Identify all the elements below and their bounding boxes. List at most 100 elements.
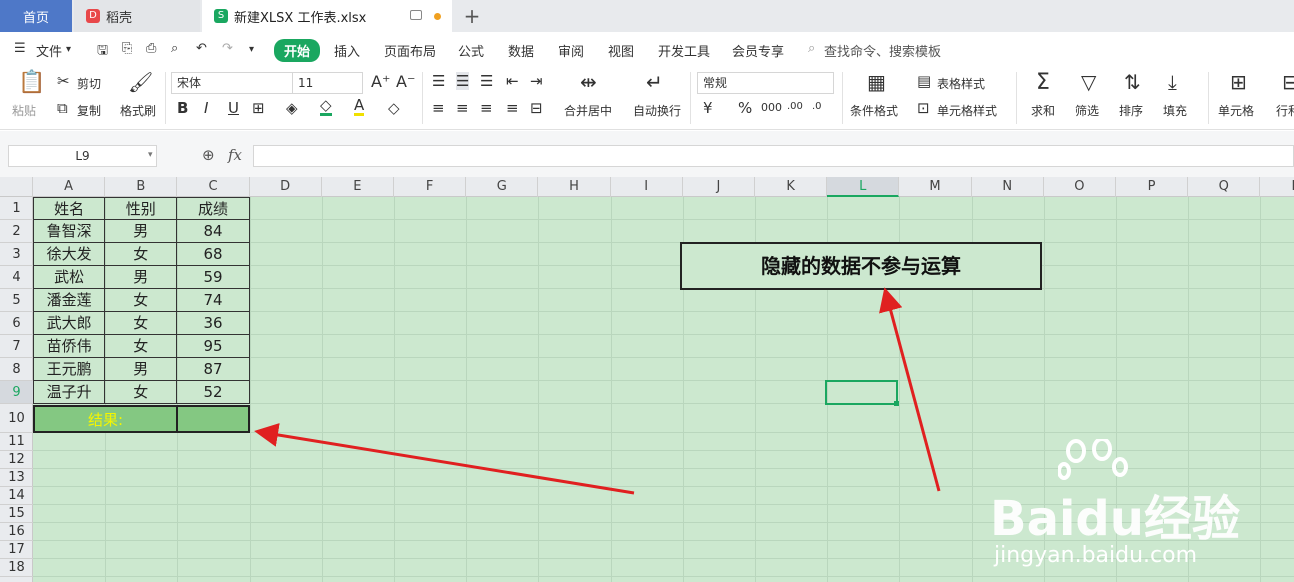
hamburger-icon[interactable]: ☰ bbox=[14, 41, 26, 56]
preview-icon[interactable]: ⌕ bbox=[171, 41, 178, 56]
increase-font-icon[interactable]: A⁺ bbox=[371, 72, 390, 91]
cell-button[interactable]: 单元格 bbox=[1218, 102, 1254, 119]
spreadsheet-icon: S bbox=[214, 9, 228, 23]
align-middle-icon[interactable]: ☰ bbox=[456, 72, 470, 90]
menu-developer[interactable]: 开发工具 bbox=[658, 41, 710, 60]
chevron-down-icon[interactable]: ▾ bbox=[66, 44, 71, 55]
align-bottom-icon[interactable]: ☰ bbox=[480, 72, 493, 90]
command-search-input[interactable]: 查找命令、搜索模板 bbox=[824, 41, 941, 60]
tab-daoke[interactable]: D 稻壳 bbox=[74, 0, 200, 32]
name-box[interactable]: L9 bbox=[8, 145, 157, 167]
menu-insert[interactable]: 插入 bbox=[334, 41, 360, 60]
tab-file[interactable]: S 新建XLSX 工作表.xlsx bbox=[202, 0, 452, 32]
percent-icon[interactable]: % bbox=[738, 99, 752, 117]
sort-icon: ⇅ bbox=[1124, 70, 1141, 94]
menu-review[interactable]: 审阅 bbox=[558, 41, 584, 60]
font-size-select[interactable]: 11 bbox=[292, 72, 363, 94]
undo-icon[interactable]: ↶ bbox=[196, 41, 207, 56]
fx-icon[interactable]: fx bbox=[228, 146, 242, 164]
italic-icon[interactable]: I bbox=[204, 99, 208, 117]
ribbon-toolbar: 📋 粘贴 ✂ 剪切 ⧉ 复制 🖌 格式刷 宋体 11 A⁺ A⁻ B I U ⊞… bbox=[0, 66, 1294, 130]
decrease-font-icon[interactable]: A⁻ bbox=[396, 72, 415, 91]
cell-style-icon: ⊡ bbox=[917, 99, 930, 117]
print-icon[interactable]: ⎙ bbox=[146, 41, 156, 56]
zoom-icon[interactable]: ⊕ bbox=[202, 146, 215, 164]
paste-icon[interactable]: 📋 bbox=[18, 70, 45, 95]
arrow-to-result bbox=[254, 423, 635, 495]
new-tab-button[interactable]: + bbox=[458, 0, 486, 32]
sort-button[interactable]: 排序 bbox=[1119, 102, 1143, 119]
tab-home-label: 首页 bbox=[22, 10, 49, 26]
cell-icon: ⊞ bbox=[1230, 70, 1247, 94]
save-icon[interactable]: 🖫 bbox=[97, 41, 108, 63]
filter-icon: ▽ bbox=[1081, 70, 1097, 94]
name-box-chevron-icon[interactable]: ▾ bbox=[148, 150, 153, 160]
align-left-icon[interactable]: ≡ bbox=[432, 99, 445, 117]
watermark-url: jingyan.baidu.com bbox=[994, 543, 1198, 568]
menu-view[interactable]: 视图 bbox=[608, 41, 634, 60]
merge-icon: ⇹ bbox=[580, 70, 597, 94]
conditional-format-button[interactable]: 条件格式 bbox=[850, 102, 898, 119]
border-icon[interactable]: ⊞ bbox=[252, 99, 265, 117]
currency-icon[interactable]: ¥ bbox=[703, 99, 713, 117]
search-icon: ⌕ bbox=[808, 41, 816, 56]
menu-member[interactable]: 会员专享 bbox=[732, 41, 784, 60]
paste-button[interactable]: 粘贴 bbox=[12, 102, 36, 119]
rows-cols-icon: ⊟ bbox=[1282, 70, 1294, 94]
increase-decimal-icon[interactable]: .00 bbox=[787, 101, 803, 112]
cell-style-button[interactable]: 单元格样式 bbox=[937, 102, 997, 119]
format-painter-button[interactable]: 格式刷 bbox=[120, 102, 156, 119]
thousands-icon[interactable]: 000 bbox=[761, 101, 782, 114]
divider bbox=[422, 72, 423, 124]
more-icon[interactable]: ▾ bbox=[249, 44, 254, 55]
conditional-format-icon: ▦ bbox=[867, 70, 886, 94]
daoke-icon: D bbox=[86, 9, 100, 23]
menu-data[interactable]: 数据 bbox=[508, 41, 534, 60]
unsaved-dot-icon bbox=[434, 13, 441, 20]
arrow-to-callout bbox=[879, 287, 941, 492]
filter-button[interactable]: 筛选 bbox=[1075, 102, 1099, 119]
bold-icon[interactable]: B bbox=[177, 99, 188, 117]
cut-button[interactable]: 剪切 bbox=[77, 75, 101, 92]
window-icon[interactable] bbox=[410, 10, 422, 20]
distribute-icon[interactable]: ⊟ bbox=[530, 99, 543, 117]
tab-home[interactable]: 首页 bbox=[0, 0, 72, 32]
wrap-text-button[interactable]: 自动换行 bbox=[633, 102, 681, 119]
number-format-select[interactable]: 常规 bbox=[697, 72, 834, 94]
font-name-select[interactable]: 宋体 bbox=[171, 72, 293, 94]
menu-formulas[interactable]: 公式 bbox=[458, 41, 484, 60]
table-style-icon: ▤ bbox=[917, 72, 932, 90]
redo-icon[interactable]: ↷ bbox=[222, 41, 233, 56]
underline-icon[interactable]: U bbox=[228, 99, 239, 117]
fill-style-icon[interactable]: ◈ bbox=[286, 99, 298, 117]
menu-start[interactable]: 开始 bbox=[274, 39, 321, 62]
divider bbox=[1016, 72, 1017, 124]
align-right-icon[interactable]: ≡ bbox=[480, 99, 493, 117]
spreadsheet-grid[interactable]: ABCDEFGHIJKLMNOPQR 123456789101112131415… bbox=[0, 177, 1294, 582]
indent-increase-icon[interactable]: ⇥ bbox=[530, 72, 543, 90]
scissors-icon: ✂ bbox=[57, 72, 70, 90]
merge-center-button[interactable]: 合并居中 bbox=[564, 102, 612, 119]
indent-decrease-icon[interactable]: ⇤ bbox=[506, 72, 519, 90]
menu-page-layout[interactable]: 页面布局 bbox=[384, 41, 436, 60]
menu-file[interactable]: 文件 bbox=[36, 41, 62, 60]
copy-button[interactable]: 复制 bbox=[77, 102, 101, 119]
table-style-button[interactable]: 表格样式 bbox=[937, 75, 985, 92]
font-color-icon[interactable]: A bbox=[354, 97, 365, 116]
menu-bar: ☰ 文件 ▾ 🖫 ⎘ ⎙ ⌕ ↶ ↷ ▾ 开始 插入 页面布局 公式 数据 审阅… bbox=[0, 32, 1294, 66]
output-icon[interactable]: ⎘ bbox=[122, 41, 132, 56]
sum-button[interactable]: 求和 bbox=[1031, 102, 1055, 119]
rows-cols-button[interactable]: 行和 bbox=[1276, 102, 1294, 119]
fill-button[interactable]: 填充 bbox=[1163, 102, 1187, 119]
clear-icon[interactable]: ◇ bbox=[388, 99, 400, 117]
decrease-decimal-icon[interactable]: .0 bbox=[812, 101, 822, 112]
justify-icon[interactable]: ≡ bbox=[506, 99, 519, 117]
divider bbox=[165, 72, 166, 124]
plus-icon: + bbox=[463, 4, 481, 28]
align-top-icon[interactable]: ☰ bbox=[432, 72, 445, 90]
formula-input[interactable] bbox=[253, 145, 1294, 167]
fill-color-icon[interactable]: ◇ bbox=[320, 97, 332, 116]
divider bbox=[842, 72, 843, 124]
align-center-icon[interactable]: ≡ bbox=[456, 99, 469, 117]
divider bbox=[1208, 72, 1209, 124]
